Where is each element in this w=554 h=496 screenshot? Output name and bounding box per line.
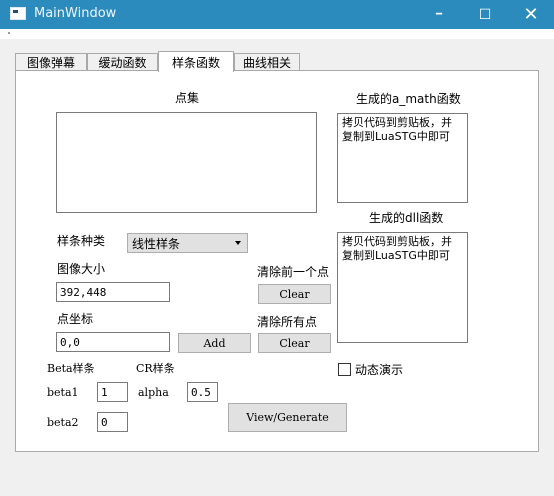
beta2-label: beta2 bbox=[47, 416, 79, 429]
image-size-input[interactable]: 392,448 bbox=[56, 282, 170, 302]
close-button[interactable]: ✕ bbox=[508, 0, 554, 29]
close-icon: ✕ bbox=[523, 4, 539, 25]
maximize-button[interactable]: ☐ bbox=[462, 0, 508, 29]
status-bar bbox=[0, 477, 554, 496]
clear-all-label: 清除所有点 bbox=[257, 315, 318, 329]
points-label: 点集 bbox=[175, 91, 200, 105]
point-coord-input[interactable]: 0,0 bbox=[56, 332, 170, 352]
window-title: MainWindow bbox=[34, 6, 117, 21]
point-coord-label: 点坐标 bbox=[57, 312, 94, 326]
alpha-label: alpha bbox=[138, 386, 169, 399]
dll-output[interactable]: 拷贝代码到剪贴板，并 复制到LuaSTG中即可 bbox=[337, 232, 468, 343]
alpha-input[interactable]: 0.5 bbox=[187, 382, 218, 402]
demo-label: 动态演示 bbox=[355, 363, 404, 377]
clear-prev-label: 清除前一个点 bbox=[257, 265, 330, 279]
add-point-button[interactable]: Add bbox=[178, 333, 251, 353]
spline-type-value: 线性样条 bbox=[132, 236, 181, 251]
beta-spline-label: Beta样条 bbox=[47, 362, 95, 375]
beta1-label: beta1 bbox=[47, 386, 79, 399]
app-window-icon bbox=[10, 7, 26, 20]
cr-spline-label: CR样条 bbox=[136, 362, 175, 375]
a-math-output[interactable]: 拷贝代码到剪贴板，并 复制到LuaSTG中即可 bbox=[337, 113, 468, 203]
menu-grip bbox=[8, 32, 10, 34]
image-size-label: 图像大小 bbox=[57, 262, 106, 276]
tab-label: 样条函数 bbox=[171, 55, 220, 70]
spline-type-label: 样条种类 bbox=[57, 234, 106, 248]
beta2-input[interactable]: 0 bbox=[97, 412, 128, 432]
clear-all-button[interactable]: Clear bbox=[258, 333, 331, 353]
tab-spline-functions[interactable]: 样条函数 bbox=[158, 51, 234, 72]
tab-image-danmaku[interactable]: 图像弹幕 bbox=[15, 53, 87, 71]
tab-label: 曲线相关 bbox=[242, 55, 291, 70]
menu-bar bbox=[0, 29, 554, 39]
spline-type-select[interactable]: 线性样条 bbox=[127, 233, 248, 253]
tab-easing-functions[interactable]: 缓动函数 bbox=[87, 53, 158, 71]
view-generate-button[interactable]: View/Generate bbox=[228, 403, 347, 432]
minimize-icon: ━ bbox=[435, 9, 443, 20]
demo-checkbox[interactable] bbox=[338, 363, 351, 376]
clear-prev-button[interactable]: Clear bbox=[258, 284, 331, 304]
chevron-down-icon bbox=[235, 241, 241, 245]
tab-label: 缓动函数 bbox=[98, 55, 147, 70]
a-math-label: 生成的a_math函数 bbox=[356, 92, 461, 106]
minimize-button[interactable]: ━ bbox=[416, 0, 462, 29]
tab-curve-related[interactable]: 曲线相关 bbox=[234, 53, 300, 71]
title-bar: MainWindow ━ ☐ ✕ bbox=[0, 0, 554, 29]
points-list[interactable] bbox=[56, 112, 317, 213]
dll-label: 生成的dll函数 bbox=[369, 211, 444, 225]
tab-label: 图像弹幕 bbox=[26, 55, 75, 70]
beta1-input[interactable]: 1 bbox=[97, 382, 128, 402]
maximize-icon: ☐ bbox=[478, 6, 492, 23]
